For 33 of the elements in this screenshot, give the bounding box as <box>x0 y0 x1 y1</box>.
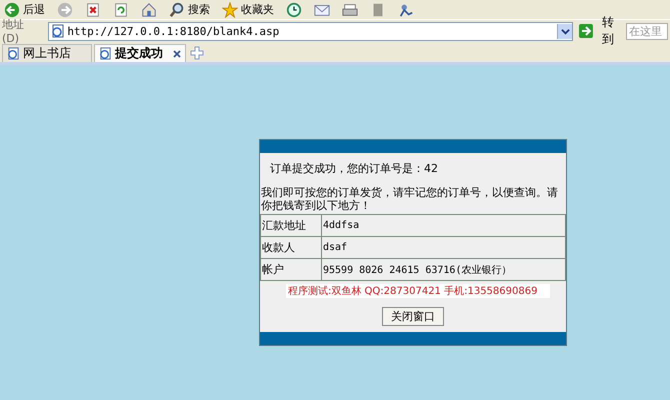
field-value: 4ddfsa <box>322 214 566 236</box>
tab[interactable]: 网上书店 <box>2 44 92 62</box>
field-value: dsaf <box>322 236 566 258</box>
field-value: 95599 8026 24615 63716(农业银行） <box>322 258 566 280</box>
url-text: http://127.0.0.1:8180/blank4.asp <box>67 24 280 38</box>
page-icon <box>99 47 112 60</box>
search-field[interactable]: 在这里 <box>626 22 668 40</box>
field-label: 汇款地址 <box>260 214 322 236</box>
new-tab-icon[interactable] <box>190 46 204 60</box>
clock-icon[interactable] <box>284 2 304 18</box>
close-icon[interactable] <box>173 50 181 58</box>
printer-icon[interactable] <box>340 2 360 18</box>
credit-text: 程序测试:双鱼林 QQ:287307421 手机:13558690869 <box>286 284 550 298</box>
dropdown-button[interactable] <box>557 24 572 38</box>
page-icon <box>7 47 20 60</box>
caret-icon <box>560 26 570 36</box>
tab[interactable]: 提交成功 <box>94 44 186 62</box>
toolbar-button[interactable]: 搜索 <box>167 2 212 18</box>
page-icon <box>51 24 66 38</box>
toolbar-button[interactable]: 后退 <box>2 2 47 18</box>
star-icon <box>222 2 238 18</box>
search-icon <box>169 2 185 18</box>
instruction-text: 我们即可按您的订单发货，请牢记您的订单号，以便查询。请你把钱寄到以下地方！ <box>260 186 559 214</box>
toolbar-button[interactable]: 收藏夹 <box>220 2 276 18</box>
address-field[interactable]: http://127.0.0.1:8180/blank4.asp <box>48 22 574 40</box>
address-label: 地址 (D) <box>2 17 25 45</box>
field-label: 帐户 <box>260 258 322 280</box>
back-icon <box>4 2 20 18</box>
field-label: 收款人 <box>260 236 322 258</box>
go-button[interactable]: 转到 <box>577 14 622 48</box>
close-window-button[interactable]: 关闭窗口 <box>382 307 444 326</box>
order-title: 订单提交成功，您的订单号是：42 <box>269 161 439 177</box>
arrow-icon <box>579 24 594 38</box>
